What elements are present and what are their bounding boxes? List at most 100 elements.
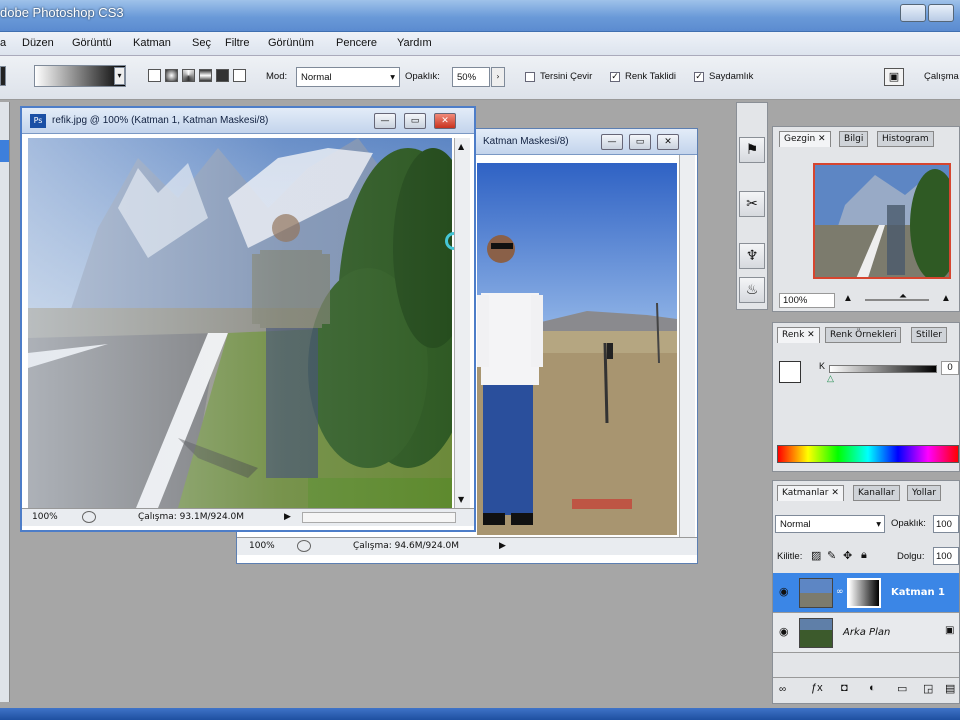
new-layer-icon[interactable]: ◲ [923,682,933,695]
restore-button[interactable]: ▭ [404,113,426,129]
radial-gradient-icon[interactable] [165,69,178,82]
layer-name[interactable]: Arka Plan [843,627,890,638]
layers-panel: Katmanlar ✕ Kanallar Yollar Normal ▾ Opa… [772,480,960,704]
status-text: Çalışma: 94.6M/924.0M [353,541,460,551]
zoom-value[interactable]: 100% [249,541,275,551]
menu-edit[interactable]: Düzen [22,37,54,49]
lock-transparency-icon[interactable]: ▨ [811,549,821,562]
transparency-checkbox[interactable]: ✓ [694,72,704,82]
reverse-checkbox[interactable] [525,72,535,82]
menu-bar: a Düzen Görüntü Katman Seç Filtre Görünü… [0,32,960,56]
close-button[interactable]: ✕ [434,113,456,129]
tab-navigator[interactable]: Gezgin ✕ [779,131,831,147]
channel-value-input[interactable]: 0 [941,361,959,375]
menu-view[interactable]: Görünüm [268,37,314,49]
tab-styles[interactable]: Stiller [911,327,947,343]
opacity-slider-button[interactable]: › [491,67,505,87]
scroll-up-icon[interactable]: ▲ [458,142,464,151]
layer-opacity-value: 100 [936,519,952,530]
status-menu-arrow-icon[interactable]: ▶ [499,541,506,551]
menu-filter[interactable]: Filtre [225,37,249,49]
navigator-zoom-input[interactable]: 100% [779,293,835,308]
tab-paths[interactable]: Yollar [907,485,942,501]
vertical-scrollbar[interactable] [679,155,695,547]
gradient-tool-icon[interactable] [0,140,9,162]
chevron-down-icon[interactable]: ▾ [114,67,125,85]
scroll-down-icon[interactable]: ▼ [458,495,464,504]
blend-mode-select[interactable]: Normal ▾ [775,515,885,533]
navigator-preview[interactable] [813,163,951,279]
zoom-in-icon[interactable]: ▲ [941,293,951,304]
tool-preset-icon[interactable] [0,66,6,86]
color-ramp[interactable] [777,445,959,463]
zoom-slider-handle-icon[interactable]: ⏶ [899,291,907,302]
menu-window[interactable]: Pencere [336,37,377,49]
opacity-input[interactable]: 50% [452,67,490,87]
tab-histogram[interactable]: Histogram [877,131,934,147]
minimize-button[interactable]: — [374,113,396,129]
status-info-icon[interactable] [297,540,311,552]
minimize-button[interactable] [900,4,926,22]
restore-button[interactable]: ▭ [629,134,651,150]
lock-pixels-icon[interactable]: ✎ [827,549,836,562]
clone-source-icon[interactable]: ♨ [739,277,765,303]
zoom-value[interactable]: 100% [32,512,58,522]
menu-file[interactable]: a [0,37,6,49]
link-icon[interactable]: ∞ [836,587,844,597]
lock-all-icon[interactable]: 🔒︎ [861,549,867,562]
reflected-gradient-icon[interactable] [199,69,212,82]
minimize-button[interactable]: — [601,134,623,150]
file-browser-icon[interactable]: ▣ [884,68,904,86]
visibility-eye-icon[interactable]: ◉ [779,585,789,598]
dither-checkbox[interactable]: ✓ [610,72,620,82]
horizontal-scrollbar[interactable] [302,512,456,523]
tab-info[interactable]: Bilgi [839,131,869,147]
fill-input[interactable]: 100 [933,547,959,565]
document-canvas[interactable] [477,163,677,535]
layer-opacity-input[interactable]: 100 [933,515,959,533]
maximize-button[interactable] [928,4,954,22]
linear-gradient-icon[interactable] [148,69,161,82]
menu-help[interactable]: Yardım [397,37,432,49]
layer-mask-thumbnail[interactable] [847,578,881,608]
status-menu-arrow-icon[interactable]: ▶ [284,512,291,522]
tab-color[interactable]: Renk ✕ [777,327,820,343]
angle-gradient-icon[interactable] [182,69,195,82]
diamond-gradient-icon[interactable] [216,69,229,82]
mode-select[interactable]: Normal ▾ [296,67,400,87]
black-slider[interactable] [829,365,937,373]
workspace-label[interactable]: Çalışma [924,71,959,82]
diamond-gradient-alt-icon[interactable] [233,69,246,82]
document-canvas[interactable] [28,138,452,508]
menu-select[interactable]: Seç [192,37,211,49]
layer-row-arka-plan[interactable]: ◉ Arka Plan ▣ [773,613,959,653]
layer-name[interactable]: Katman 1 [891,587,945,598]
foreground-color-swatch[interactable] [779,361,801,383]
visibility-eye-icon[interactable]: ◉ [779,625,789,638]
layer-style-icon[interactable]: ƒx [811,682,823,694]
tab-layers[interactable]: Katmanlar ✕ [777,485,844,501]
tab-swatches[interactable]: Renk Örnekleri [825,327,902,343]
layer-row-katman-1[interactable]: ◉ ∞ Katman 1 [773,573,959,613]
slider-handle-icon[interactable]: △ [827,373,834,384]
close-button[interactable]: ✕ [657,134,679,150]
add-mask-icon[interactable]: ◘ [841,682,848,694]
lock-position-icon[interactable]: ✥ [843,549,852,562]
tab-channels[interactable]: Kanallar [853,485,900,501]
lock-icon: ▣ [945,625,955,636]
zoom-slider[interactable] [865,299,929,301]
history-brush-icon[interactable]: ⚑ [739,137,765,163]
menu-layer[interactable]: Katman [133,37,171,49]
adjustment-layer-icon[interactable]: ◐ [869,682,876,694]
gradient-picker[interactable] [34,65,126,87]
menu-image[interactable]: Görüntü [72,37,112,49]
zoom-out-icon[interactable]: ▲ [843,293,853,304]
tools-preset-icon[interactable]: ✂ [739,191,765,217]
opacity-label: Opaklık: [405,71,440,82]
vertical-scrollbar[interactable]: ▲ ▼ [454,138,470,508]
status-info-icon[interactable] [82,511,96,523]
brushes-icon[interactable]: ♆ [739,243,765,269]
delete-layer-icon[interactable]: ▤ [945,682,955,695]
new-group-icon[interactable]: ▭ [897,682,907,695]
link-layers-icon[interactable]: ∞ [779,684,786,695]
